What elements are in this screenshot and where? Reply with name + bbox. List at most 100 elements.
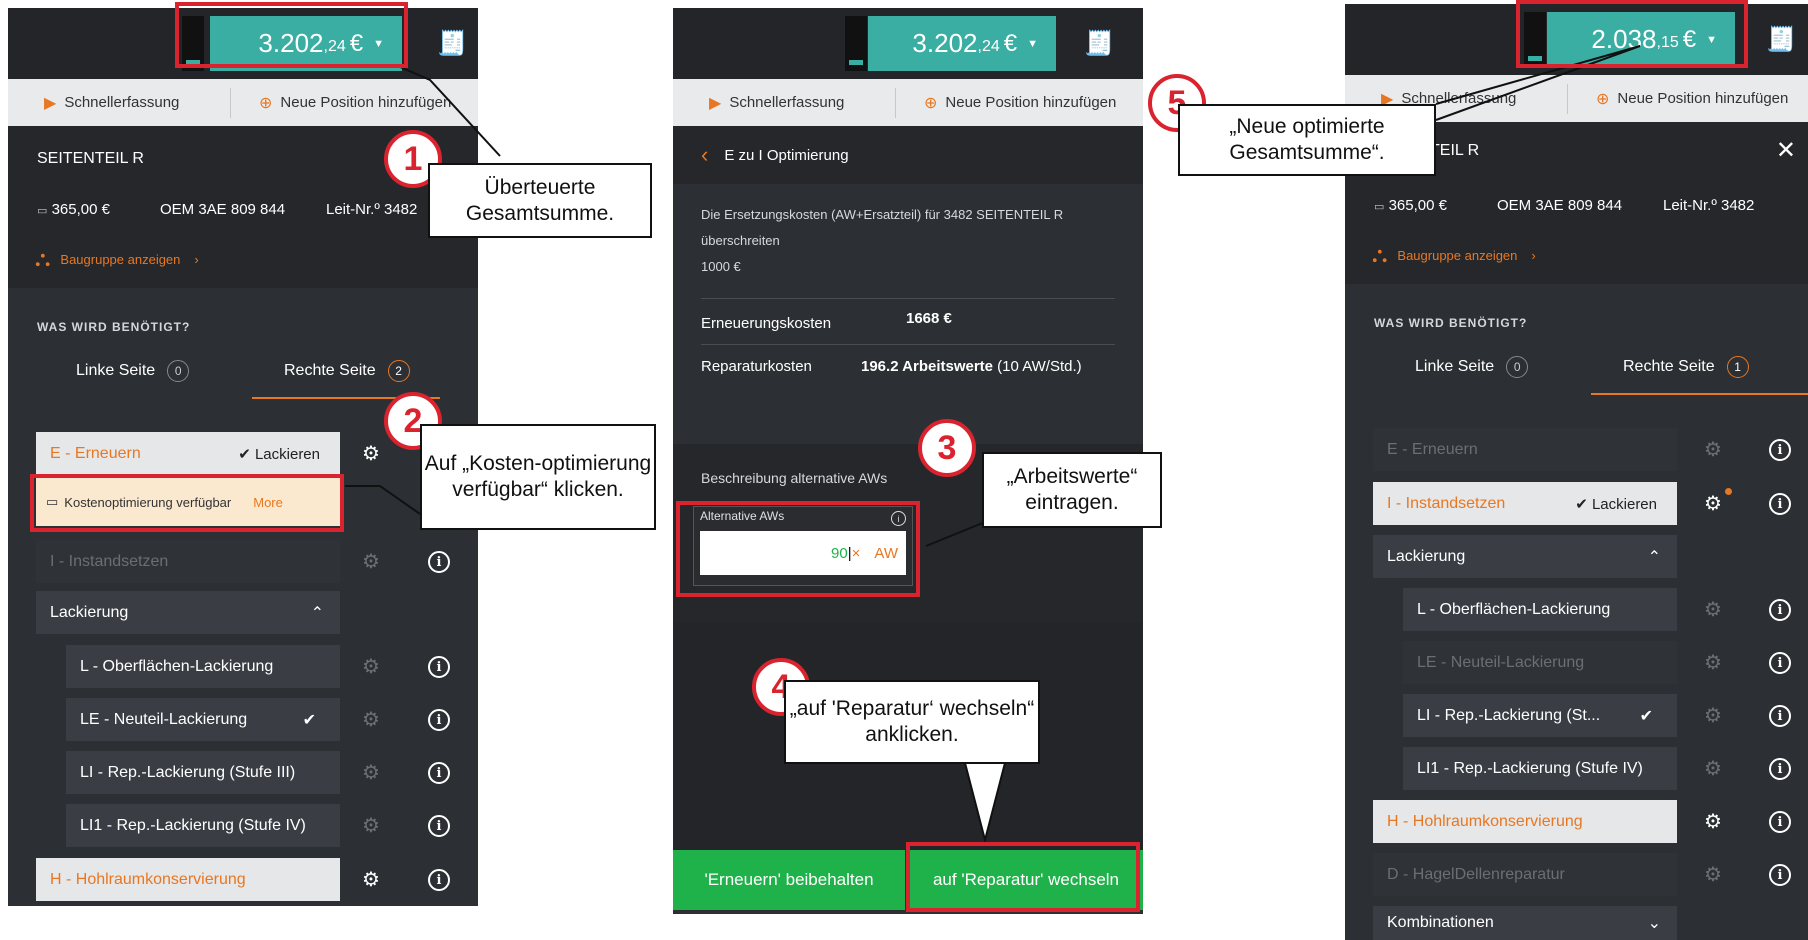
quick-entry-button[interactable]: ▶ Schnellerfassung bbox=[8, 93, 230, 113]
tab-right-side[interactable]: Rechte Seite 1 bbox=[1623, 356, 1749, 378]
info-icon[interactable]: i bbox=[1769, 493, 1791, 515]
divider bbox=[701, 298, 1115, 299]
gear-icon[interactable]: ⚙ bbox=[356, 704, 386, 734]
gear-icon[interactable]: ⚙ bbox=[356, 864, 386, 894]
total-main: 3.202 bbox=[912, 28, 978, 58]
chevron-down-icon: ⌄ bbox=[1647, 915, 1661, 932]
plus-circle-icon: ⊕ bbox=[924, 94, 938, 112]
option-li1-rep[interactable]: LI1 - Rep.-Lackierung (Stufe IV) bbox=[1403, 747, 1677, 790]
receipt-icon[interactable]: 🧾 bbox=[1073, 16, 1125, 71]
add-position-button[interactable]: ⊕ Neue Position hinzufügen bbox=[1568, 89, 1788, 109]
gear-icon[interactable]: ⚙ bbox=[356, 810, 386, 840]
gear-icon[interactable]: ⚙ bbox=[1698, 647, 1728, 677]
li1-rep-label: LI1 - Rep.-Lackierung (Stufe IV) bbox=[80, 816, 306, 834]
option-li-rep[interactable]: LI - Rep.-Lackierung (Stufe III) bbox=[66, 751, 340, 794]
highlight-switch-button bbox=[906, 842, 1140, 912]
tab-left-count: 0 bbox=[167, 360, 190, 382]
price-tag-icon: ▭ bbox=[1374, 201, 1385, 213]
callout-5: „Neue optimierte Gesamtsumme“. bbox=[1178, 104, 1436, 176]
option-le-neuteil[interactable]: LE - Neuteil-Lackierung ✔ bbox=[66, 698, 340, 741]
lackieren-label: Lackieren bbox=[1591, 495, 1657, 513]
gear-icon[interactable]: ⚙ bbox=[1698, 594, 1728, 624]
gear-icon[interactable]: ⚙ bbox=[1698, 434, 1728, 464]
option-li-rep[interactable]: LI - Rep.-Lackierung (St... ✔ bbox=[1403, 694, 1677, 737]
option-l-oberflaeche[interactable]: L - Oberflächen-Lackierung bbox=[66, 645, 340, 688]
toolbar: ▶ Schnellerfassung ⊕ Neue Position hinzu… bbox=[8, 79, 478, 126]
tab-right-side[interactable]: Rechte Seite 2 bbox=[284, 360, 410, 382]
info-icon[interactable]: i bbox=[428, 656, 450, 678]
info-icon[interactable]: i bbox=[1769, 758, 1791, 780]
optimization-header[interactable]: ‹ E zu I Optimierung bbox=[673, 126, 1143, 184]
back-arrow-icon[interactable]: ‹ bbox=[701, 142, 708, 168]
option-le-neuteil[interactable]: LE - Neuteil-Lackierung bbox=[1403, 641, 1677, 684]
info-icon[interactable]: i bbox=[1769, 864, 1791, 886]
option-erneuern[interactable]: E - Erneuern ✔ Lackieren bbox=[36, 432, 340, 475]
assembly-link[interactable]: ⛬ Baugruppe anzeigen › bbox=[1372, 242, 1536, 268]
tab-left-side[interactable]: Linke Seite 0 bbox=[76, 360, 190, 382]
assembly-label: Baugruppe anzeigen bbox=[60, 251, 181, 267]
li-rep-label: LI - Rep.-Lackierung (Stufe III) bbox=[80, 763, 296, 781]
assembly-link[interactable]: ⛬ Baugruppe anzeigen › bbox=[35, 246, 199, 272]
add-position-button[interactable]: ⊕ Neue Position hinzufügen bbox=[896, 93, 1116, 113]
close-icon[interactable]: ✕ bbox=[1776, 136, 1796, 165]
add-position-button[interactable]: ⊕ Neue Position hinzufügen bbox=[231, 93, 451, 113]
option-li1-rep[interactable]: LI1 - Rep.-Lackierung (Stufe IV) bbox=[66, 804, 340, 847]
info-icon[interactable]: i bbox=[428, 551, 450, 573]
chevron-up-icon: ⌃ bbox=[1647, 548, 1661, 566]
quick-entry-icon: ▶ bbox=[709, 94, 722, 112]
quick-entry-label: Schnellerfassung bbox=[64, 94, 180, 111]
info-icon[interactable]: i bbox=[428, 762, 450, 784]
info-icon[interactable]: i bbox=[1769, 811, 1791, 833]
option-hagel[interactable]: D - HagelDellenreparatur bbox=[1373, 853, 1677, 896]
needed-heading: WAS WIRD BENÖTIGT? bbox=[37, 320, 191, 334]
info-icon[interactable]: i bbox=[1769, 599, 1791, 621]
l-ober-label: L - Oberflächen-Lackierung bbox=[80, 657, 274, 675]
gear-icon[interactable]: ⚙ bbox=[1698, 488, 1728, 518]
highlight-cost-optimization bbox=[30, 474, 344, 532]
kombinationen-group[interactable]: Kombinationen ⌄ bbox=[1373, 906, 1677, 940]
repair-cost-bold: 196.2 Arbeitswerte bbox=[861, 358, 994, 375]
erneuern-label: E - Erneuern bbox=[50, 444, 141, 462]
option-instandsetzen[interactable]: I - Instandsetzen bbox=[36, 540, 340, 583]
info-icon[interactable]: i bbox=[428, 869, 450, 891]
gear-icon[interactable]: ⚙ bbox=[1698, 700, 1728, 730]
gear-icon[interactable]: ⚙ bbox=[356, 757, 386, 787]
tab-left-side[interactable]: Linke Seite 0 bbox=[1415, 356, 1529, 378]
tab-left-label: Linke Seite bbox=[76, 362, 156, 379]
receipt-icon[interactable]: 🧾 bbox=[426, 16, 478, 71]
plus-circle-icon: ⊕ bbox=[1596, 90, 1610, 108]
le-neu-label: LE - Neuteil-Lackierung bbox=[1417, 653, 1585, 671]
part-title: SEITENTEIL R bbox=[37, 150, 144, 167]
gear-icon[interactable]: ⚙ bbox=[356, 546, 386, 576]
lackierung-group[interactable]: Lackierung ⌃ bbox=[1373, 535, 1677, 578]
option-hohlraum[interactable]: H - Hohlraumkonservierung bbox=[36, 858, 340, 901]
quick-entry-button[interactable]: ▶ Schnellerfassung bbox=[673, 93, 895, 113]
leit-number: Leit-Nr.º 3482 bbox=[326, 201, 418, 218]
quick-entry-icon: ▶ bbox=[44, 94, 57, 112]
part-price: 365,00 € bbox=[1388, 197, 1447, 214]
total-amount-button[interactable]: 3.202,24 € ▼ bbox=[868, 16, 1056, 71]
option-l-oberflaeche[interactable]: L - Oberflächen-Lackierung bbox=[1403, 588, 1677, 631]
option-erneuern[interactable]: E - Erneuern bbox=[1373, 428, 1677, 471]
alt-description: Beschreibung alternative AWs bbox=[701, 470, 888, 486]
gear-icon[interactable]: ⚙ bbox=[1698, 859, 1728, 889]
keep-renew-button[interactable]: 'Erneuern' beibehalten bbox=[673, 850, 905, 910]
option-hohlraum[interactable]: H - Hohlraumkonservierung bbox=[1373, 800, 1677, 843]
receipt-icon[interactable]: 🧾 bbox=[1755, 12, 1807, 67]
price-row: ▭ 365,00 € bbox=[1374, 197, 1447, 214]
gear-icon[interactable]: ⚙ bbox=[1698, 753, 1728, 783]
quick-entry-label: Schnellerfassung bbox=[729, 94, 845, 111]
gear-icon[interactable]: ⚙ bbox=[356, 651, 386, 681]
gear-icon[interactable]: ⚙ bbox=[1698, 806, 1728, 836]
option-instandsetzen[interactable]: I - Instandsetzen ✔ Lackieren bbox=[1373, 482, 1677, 525]
plus-circle-icon: ⊕ bbox=[259, 94, 273, 112]
gear-icon[interactable]: ⚙ bbox=[356, 438, 386, 468]
info-icon[interactable]: i bbox=[428, 709, 450, 731]
info-icon[interactable]: i bbox=[1769, 652, 1791, 674]
info-icon[interactable]: i bbox=[1769, 439, 1791, 461]
info-icon[interactable]: i bbox=[1769, 705, 1791, 727]
info-icon[interactable]: i bbox=[428, 815, 450, 837]
lackierung-group[interactable]: Lackierung ⌃ bbox=[36, 591, 340, 634]
assembly-icon: ⛬ bbox=[35, 246, 51, 271]
check-icon: ✔ bbox=[1575, 495, 1592, 513]
